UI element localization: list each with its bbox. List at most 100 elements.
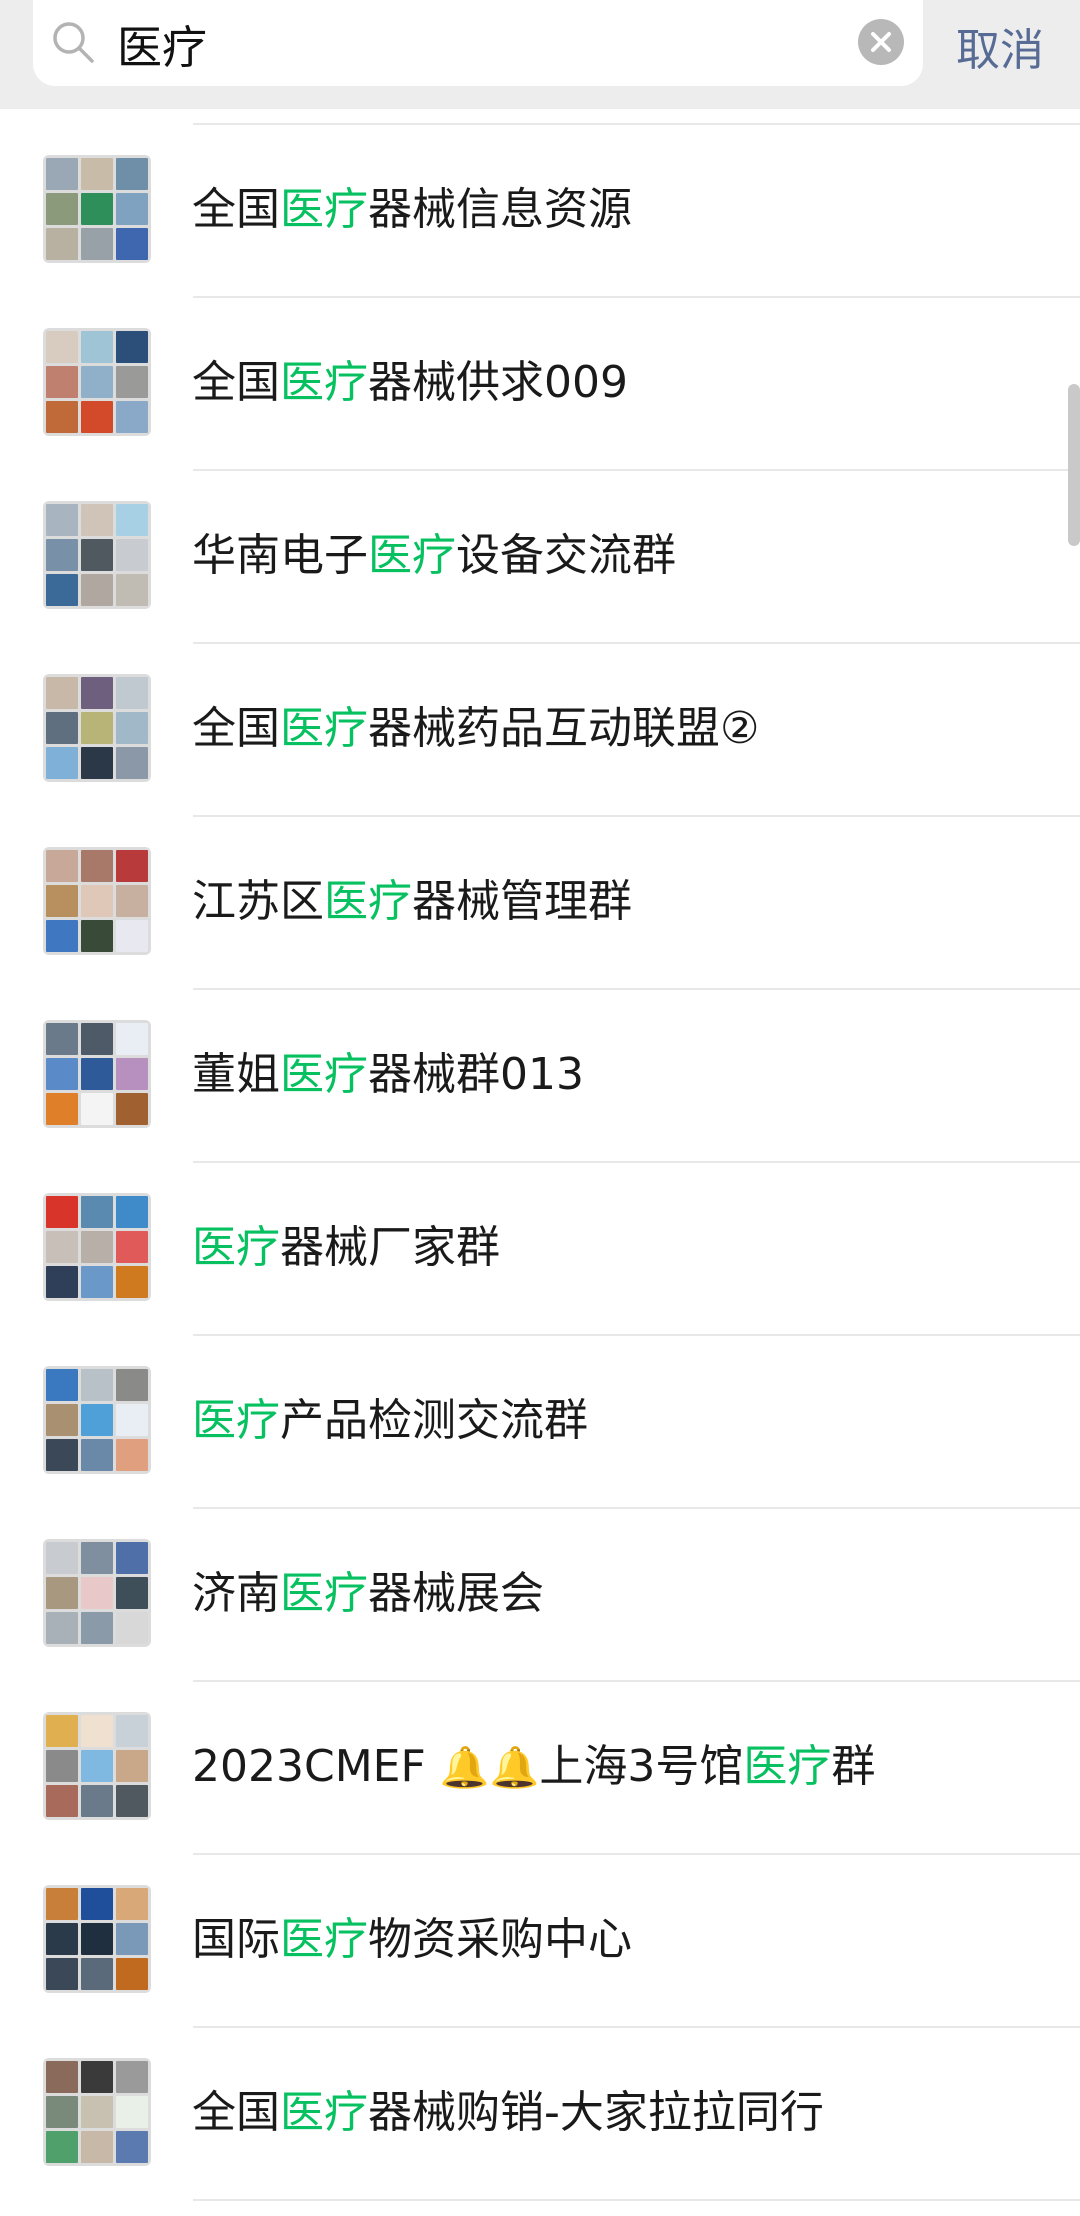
avatar-tile: [81, 331, 113, 363]
group-name-text: 江苏区: [192, 876, 324, 927]
group-result-row[interactable]: 2023CMEF 🔔🔔上海3号馆医疗群: [0, 1682, 1080, 1855]
group-name: 董姐医疗器械群013: [192, 1047, 584, 1103]
bell-emoji-icon: 🔔🔔: [439, 1745, 540, 1791]
avatar-tile: [116, 1266, 148, 1298]
avatar-tile: [46, 1542, 78, 1574]
avatar-tile: [116, 539, 148, 571]
avatar-tile: [116, 885, 148, 917]
avatar-tile: [81, 158, 113, 190]
group-result-row[interactable]: 华南电子医疗设备交流群: [0, 471, 1080, 644]
group-result-row[interactable]: 董姐医疗器械群013: [0, 990, 1080, 1163]
avatar-tile: [46, 1612, 78, 1644]
avatar-tile: [46, 1439, 78, 1471]
group-name-text: 全国: [192, 357, 280, 408]
keyword-highlight: 医疗: [743, 1741, 832, 1792]
avatar-tile: [116, 1785, 148, 1817]
avatar-tile: [81, 1542, 113, 1574]
search-box[interactable]: [33, 0, 923, 86]
group-result-row[interactable]: 医疗产品检测交流群: [0, 1336, 1080, 1509]
avatar-tile: [116, 850, 148, 882]
avatar-tile: [81, 1958, 113, 1990]
avatar-tile: [81, 677, 113, 709]
avatar-tile: [46, 2061, 78, 2093]
group-name-text: 器械购销-大家拉拉同行: [368, 2087, 824, 2138]
scrollbar[interactable]: [1068, 384, 1080, 546]
group-name-text: 华南电子: [192, 530, 368, 581]
avatar-tile: [116, 158, 148, 190]
keyword-highlight: 医疗: [192, 1222, 280, 1273]
cancel-button[interactable]: 取消: [956, 14, 1044, 78]
avatar-tile: [46, 504, 78, 536]
group-result-row[interactable]: 江苏区医疗器械管理群: [0, 817, 1080, 990]
avatar-tile: [81, 401, 113, 433]
avatar-tile: [81, 2096, 113, 2128]
avatar-tile: [81, 574, 113, 606]
avatar-tile: [81, 1923, 113, 1955]
avatar-tile: [116, 1231, 148, 1263]
avatar-tile: [46, 331, 78, 363]
avatar-tile: [46, 747, 78, 779]
group-avatar: [43, 1020, 151, 1128]
avatar-tile: [46, 1231, 78, 1263]
avatar-tile: [81, 1750, 113, 1782]
avatar-tile: [81, 1231, 113, 1263]
avatar-tile: [81, 193, 113, 225]
group-avatar: [43, 1193, 151, 1301]
group-name: 国际医疗物资采购中心: [192, 1912, 632, 1968]
avatar-tile: [116, 677, 148, 709]
avatar-tile: [81, 1577, 113, 1609]
avatar-tile: [46, 920, 78, 952]
group-name-text: 器械展会: [368, 1568, 544, 1619]
avatar-tile: [46, 366, 78, 398]
group-name: 全国医疗器械购销-大家拉拉同行: [192, 2085, 824, 2141]
group-result-row[interactable]: 全国医疗器械药品互动联盟②: [0, 644, 1080, 817]
avatar-tile: [46, 158, 78, 190]
avatar-tile: [116, 228, 148, 260]
group-result-row[interactable]: 医疗器械厂家群: [0, 1163, 1080, 1336]
avatar-tile: [116, 504, 148, 536]
group-result-row[interactable]: 全国医疗器械供求009: [0, 298, 1080, 471]
group-result-row[interactable]: 济南医疗器械展会: [0, 1509, 1080, 1682]
search-input[interactable]: [117, 10, 857, 76]
avatar-tile: [116, 920, 148, 952]
avatar-tile: [81, 920, 113, 952]
group-name: 济南医疗器械展会: [192, 1566, 544, 1622]
group-avatar: [43, 328, 151, 436]
group-name-text: 上海3号馆: [539, 1741, 744, 1792]
group-name-text: 2023CMEF: [192, 1741, 440, 1792]
avatar-tile: [116, 401, 148, 433]
avatar-tile: [46, 1923, 78, 1955]
keyword-highlight: 医疗: [324, 876, 412, 927]
group-name-text: 物资采购中心: [368, 1914, 632, 1965]
avatar-tile: [116, 2096, 148, 2128]
avatar-tile: [46, 1369, 78, 1401]
avatar-tile: [116, 1577, 148, 1609]
avatar-tile: [46, 1266, 78, 1298]
group-avatar: [43, 1366, 151, 1474]
group-name-text: 设备交流群: [456, 530, 676, 581]
avatar-tile: [46, 1093, 78, 1125]
group-name-text: 全国: [192, 2087, 280, 2138]
avatar-tile: [81, 885, 113, 917]
group-result-row[interactable]: 国际医疗物资采购中心: [0, 1855, 1080, 2028]
keyword-highlight: 医疗: [192, 1395, 280, 1446]
search-results-list: 全国医疗器械信息资源 全国医疗器械供求009 华南电子医疗设备交流群 全国医疗器械药品…: [0, 125, 1080, 2201]
keyword-highlight: 医疗: [280, 1568, 368, 1619]
avatar-tile: [81, 504, 113, 536]
keyword-highlight: 医疗: [280, 1049, 368, 1100]
avatar-tile: [116, 2061, 148, 2093]
group-result-row[interactable]: 全国医疗器械购销-大家拉拉同行: [0, 2028, 1080, 2201]
group-result-row[interactable]: 全国医疗器械信息资源: [0, 125, 1080, 298]
avatar-tile: [116, 193, 148, 225]
group-name-text: 国际: [192, 1914, 280, 1965]
avatar-tile: [81, 2061, 113, 2093]
avatar-tile: [81, 539, 113, 571]
group-name: 2023CMEF 🔔🔔上海3号馆医疗群: [192, 1739, 875, 1796]
avatar-tile: [81, 1023, 113, 1055]
group-name-text: 董姐: [192, 1049, 280, 1100]
clear-search-button[interactable]: [858, 19, 904, 65]
search-bar: 取消: [0, 0, 1080, 109]
avatar-tile: [46, 193, 78, 225]
group-avatar: [43, 155, 151, 263]
group-name: 华南电子医疗设备交流群: [192, 528, 676, 584]
